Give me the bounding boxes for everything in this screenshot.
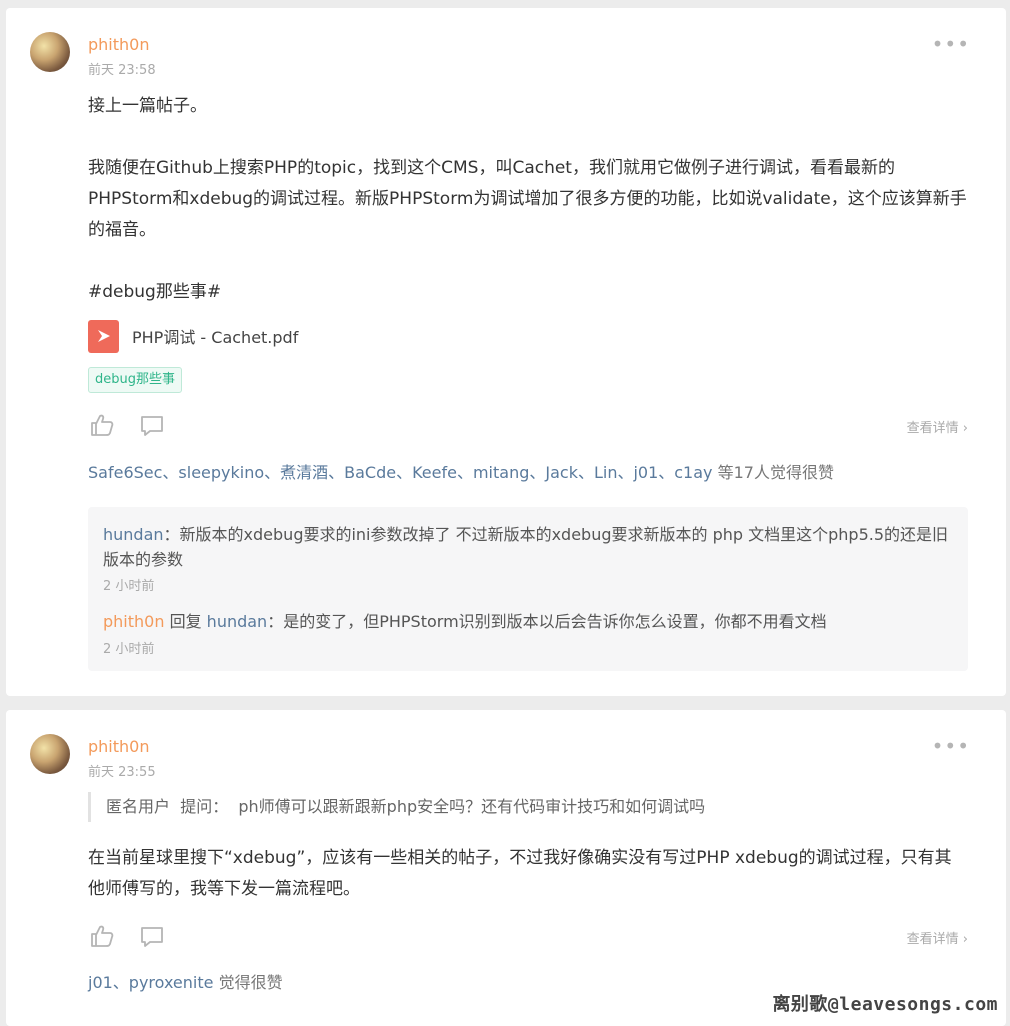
post-paragraph: 我随便在Github上搜索PHP的topic，找到这个CMS，叫Cachet，我…: [88, 158, 967, 240]
question-label: 提问：: [180, 797, 229, 816]
comment-separator: ：: [163, 525, 180, 544]
comment-time: 2 小时前: [103, 642, 155, 657]
more-icon[interactable]: •••: [932, 32, 970, 56]
post-time: 前天 23:58: [88, 63, 156, 78]
view-details-link[interactable]: 查看详情 ›: [907, 928, 968, 947]
comment: phith0n 回复 hundan：是的变了，但PHPStorm识别到版本以后会…: [103, 609, 958, 634]
post-time: 前天 23:55: [88, 765, 156, 780]
comment-author[interactable]: hundan: [103, 525, 164, 544]
attachment-name[interactable]: PHP调试 - Cachet.pdf: [132, 324, 298, 348]
pdf-icon: [88, 319, 119, 353]
comment-author[interactable]: phith0n: [103, 612, 164, 631]
post-paragraph: 接上一篇帖子。: [88, 96, 207, 116]
reply-word: 回复: [164, 612, 207, 631]
view-details-link[interactable]: 查看详情 ›: [907, 417, 968, 436]
post-card: phith0n 前天 23:58 ••• 接上一篇帖子。 我随便在Github上…: [6, 8, 1006, 696]
likes-line: Safe6Sec、sleepykino、煮清酒、BaCde、Keefe、mita…: [88, 459, 834, 483]
comment-separator: ：: [267, 612, 284, 631]
likes-count-text: 觉得很赞: [213, 973, 283, 992]
liker-names[interactable]: j01、pyroxenite: [88, 973, 213, 992]
comment-time: 2 小时前: [103, 579, 155, 594]
comment-icon[interactable]: [139, 413, 165, 439]
topic-tag[interactable]: debug那些事: [88, 367, 182, 393]
question-text: ph师傅可以跟新跟新php安全吗？还有代码审计技巧和如何调试吗: [238, 797, 706, 816]
question-asker: 匿名用户: [106, 797, 171, 816]
post-card: phith0n 前天 23:55 ••• 匿名用户 提问： ph师傅可以跟新跟新…: [6, 710, 1006, 1026]
liker-names[interactable]: Safe6Sec、sleepykino、煮清酒、BaCde、Keefe、mita…: [88, 463, 713, 482]
chevron-right-icon: ›: [958, 932, 968, 947]
likes-line: j01、pyroxenite 觉得很赞: [88, 969, 283, 993]
like-icon[interactable]: [89, 412, 115, 438]
site-watermark: 离别歌@leavesongs.com: [772, 994, 998, 1015]
question-quote: 匿名用户 提问： ph师傅可以跟新跟新php安全吗？还有代码审计技巧和如何调试吗: [88, 792, 956, 822]
comments-box: hundan：新版本的xdebug要求的ini参数改掉了 不过新版本的xdebu…: [88, 507, 968, 671]
like-icon[interactable]: [89, 923, 115, 949]
post-paragraph: 在当前星球里搜下“xdebug”，应该有一些相关的帖子，不过我好像确实没有写过P…: [88, 848, 952, 899]
view-details-label[interactable]: 查看详情: [907, 932, 959, 947]
author-name[interactable]: phith0n: [88, 737, 149, 756]
view-details-label[interactable]: 查看详情: [907, 421, 959, 436]
comment-icon[interactable]: [139, 924, 165, 950]
comment-text: 是的变了，但PHPStorm识别到版本以后会告诉你怎么设置，你都不用看文档: [283, 612, 827, 631]
comment-text: 新版本的xdebug要求的ini参数改掉了 不过新版本的xdebug要求新版本的…: [103, 525, 949, 569]
chevron-right-icon: ›: [958, 421, 968, 436]
likes-count-text: 等17人觉得很赞: [712, 463, 834, 482]
post-hashtag[interactable]: #debug那些事#: [88, 277, 968, 308]
avatar[interactable]: [30, 734, 70, 774]
author-name[interactable]: phith0n: [88, 35, 149, 54]
reply-to-user[interactable]: hundan: [207, 612, 268, 631]
comment: hundan：新版本的xdebug要求的ini参数改掉了 不过新版本的xdebu…: [103, 522, 958, 572]
attachment[interactable]: PHP调试 - Cachet.pdf: [88, 319, 298, 353]
more-icon[interactable]: •••: [932, 734, 970, 758]
avatar[interactable]: [30, 32, 70, 72]
